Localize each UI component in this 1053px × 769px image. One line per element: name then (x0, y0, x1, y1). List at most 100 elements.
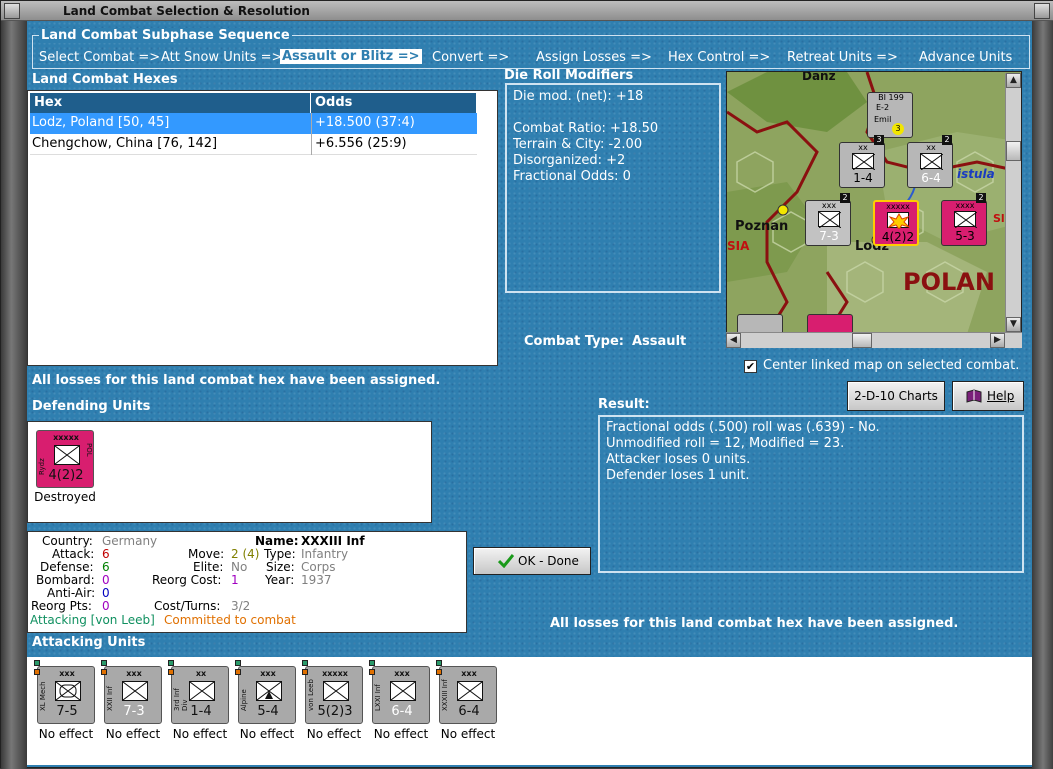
die-roll-modifiers-panel: Die mod. (net): +18 Combat Ratio: +18.50… (505, 83, 721, 293)
column-divider (311, 113, 312, 155)
system-menu-icon[interactable] (4, 3, 20, 19)
infantry-symbol-icon (457, 681, 483, 701)
combat-type-value: Assault (632, 334, 687, 349)
center-map-checkbox[interactable]: ✔ (744, 360, 757, 373)
infantry-symbol-icon (189, 681, 215, 701)
map-unit-xxii-inf[interactable]: xxx 7-3 2 (805, 193, 851, 246)
attacking-unit[interactable]: xxx XXII Inf 7-3 (104, 666, 162, 724)
hex-row[interactable]: Chengchow, China [76, 142] +6.556 (25:9) (30, 134, 477, 155)
antiair-label: Anti-Air: (47, 586, 96, 600)
ok-done-label: OK - Done (518, 554, 579, 568)
unit-status-dot (436, 660, 442, 666)
defense-value: 6 (102, 560, 110, 574)
defending-unit-status: Destroyed (34, 490, 96, 504)
attacking-unit[interactable]: xxx Alpine 5-4 (238, 666, 296, 724)
map-unit-rydz[interactable]: xxxxx 4(2)2 (873, 200, 919, 246)
scroll-up-icon[interactable]: ▲ (1006, 73, 1021, 88)
terrain-city: Terrain & City: -2.00 (513, 137, 643, 152)
hex-row[interactable]: Lodz, Poland [50, 45] +18.500 (37:4) (30, 113, 477, 134)
map-unit-partial[interactable] (807, 314, 853, 332)
step-select-combat: Select Combat => (39, 50, 161, 65)
fractional-odds: Fractional Odds: 0 (513, 169, 631, 184)
unit-value: 1-4 (190, 704, 212, 719)
defense-label: Defense: (40, 560, 94, 574)
scroll-down-icon[interactable]: ▼ (1006, 317, 1021, 332)
infantry-symbol-icon (852, 153, 876, 171)
combat-window: Land Combat Selection & Resolution Land … (0, 0, 1053, 769)
map-vertical-scrollbar[interactable]: ▲ ▼ (1005, 73, 1021, 333)
attacking-unit[interactable]: xxx LXXI Inf 6-4 (372, 666, 430, 724)
bombard-label: Bombard: (36, 573, 95, 587)
unit-value: 7-5 (56, 704, 78, 719)
column-header-odds[interactable]: Odds (311, 93, 477, 113)
reorg-pts-value: 0 (102, 599, 110, 613)
map-unit-corps[interactable]: xx 6-4 2 (907, 135, 953, 188)
attack-label: Attack: (52, 547, 95, 561)
status-bottom: All losses for this land combat hex have… (550, 616, 959, 631)
status-attacking: Attacking [von Leeb] (30, 613, 155, 627)
infantry-symbol-icon (323, 681, 349, 701)
charts-button[interactable]: 2-D-10 Charts (847, 381, 945, 411)
map-unit-value: 1-4 (853, 171, 873, 185)
attacking-unit[interactable]: xxx XL Mech 7-5 (37, 666, 95, 724)
map-label-russia: SIA (727, 239, 750, 253)
attack-value: 6 (102, 547, 110, 561)
year-value: 1937 (301, 573, 332, 587)
mech-infantry-symbol-icon (55, 681, 81, 701)
step-hex-control: Hex Control => (668, 50, 771, 65)
name-label: Name: (255, 534, 299, 548)
help-button[interactable]: Help (952, 381, 1024, 411)
infantry-symbol-icon (54, 445, 80, 465)
scroll-thumb[interactable] (1006, 141, 1021, 161)
unit-status-dot (302, 660, 308, 666)
unit-status-dot (34, 669, 40, 675)
attacking-units-panel: xxx XL Mech 7-5 No effect xxx XXII Inf 7… (27, 657, 1032, 765)
type-value: Infantry (301, 547, 349, 561)
map-unit-badge: 2 (942, 135, 952, 145)
checkmark-icon (497, 554, 515, 571)
attacking-unit[interactable]: xxx XXXIII Inf 6-4 (439, 666, 497, 724)
map-unit-value: 4(2)2 (881, 230, 915, 244)
infantry-symbol-icon (390, 681, 416, 701)
defending-caption: Defending Units (32, 399, 151, 414)
map-label-silesia: Sl (993, 212, 1005, 225)
infantry-symbol-icon (920, 153, 944, 171)
map-unit-pomorze[interactable]: xxxx 5-3 2 (941, 193, 987, 246)
land-combat-hexes-list[interactable]: Hex Odds Lodz, Poland [50, 45] +18.500 (… (27, 90, 498, 366)
scroll-right-icon[interactable]: ▶ (990, 333, 1005, 348)
status-committed: Committed to combat (164, 613, 296, 627)
map-label-vistula: istula (957, 167, 995, 181)
attacking-unit[interactable]: xxxxx von Leeb 5(2)3 (305, 666, 363, 724)
unit-result: No effect (373, 727, 429, 741)
defending-unit-rydz[interactable]: xxxxx Rydz POL 4(2)2 (36, 430, 94, 488)
step-att-snow-units: Att Snow Units => (161, 50, 283, 65)
move-value: 2 (4) (231, 547, 260, 561)
window-frame-right (1032, 21, 1053, 769)
ok-done-button[interactable]: OK - Done (473, 547, 591, 575)
help-label: Help (987, 389, 1015, 403)
unit-status-dot (369, 669, 375, 675)
map-unit-air[interactable]: BI 199 E-2 Emil 3 (867, 92, 913, 138)
step-convert: Convert => (432, 50, 510, 65)
map-horizontal-scrollbar[interactable]: ◀ ▶ (726, 332, 1022, 348)
unit-status-dot (101, 669, 107, 675)
close-icon[interactable] (1034, 3, 1050, 19)
move-label: Move: (188, 547, 225, 561)
unit-value: 6-4 (458, 704, 480, 719)
result-line: Attacker loses 0 units. (606, 452, 751, 467)
unit-value: 4(2)2 (48, 468, 84, 483)
attacking-unit[interactable]: xx 3rd Inf Div 1-4 (171, 666, 229, 724)
unit-result: No effect (105, 727, 161, 741)
defending-units-panel: xxxxx Rydz POL 4(2)2 Destroyed (27, 421, 432, 523)
map-unit-partial[interactable] (737, 314, 783, 332)
map-unit-3rd-inf-div[interactable]: xx 1-4 3 (839, 135, 885, 188)
map-unit-value: 6-4 (921, 171, 941, 185)
linked-map[interactable]: Danz Poznan Lodz POLAN istula SIA Sl BI … (726, 71, 1022, 333)
scroll-thumb[interactable] (852, 333, 872, 348)
reorg-cost-value: 1 (231, 573, 239, 587)
map-unit-badge: 3 (892, 123, 904, 135)
column-header-hex[interactable]: Hex (30, 93, 311, 113)
center-map-label: Center linked map on selected combat. (763, 358, 1020, 373)
name-value: XXXIII Inf (301, 534, 365, 548)
scroll-left-icon[interactable]: ◀ (726, 333, 741, 348)
